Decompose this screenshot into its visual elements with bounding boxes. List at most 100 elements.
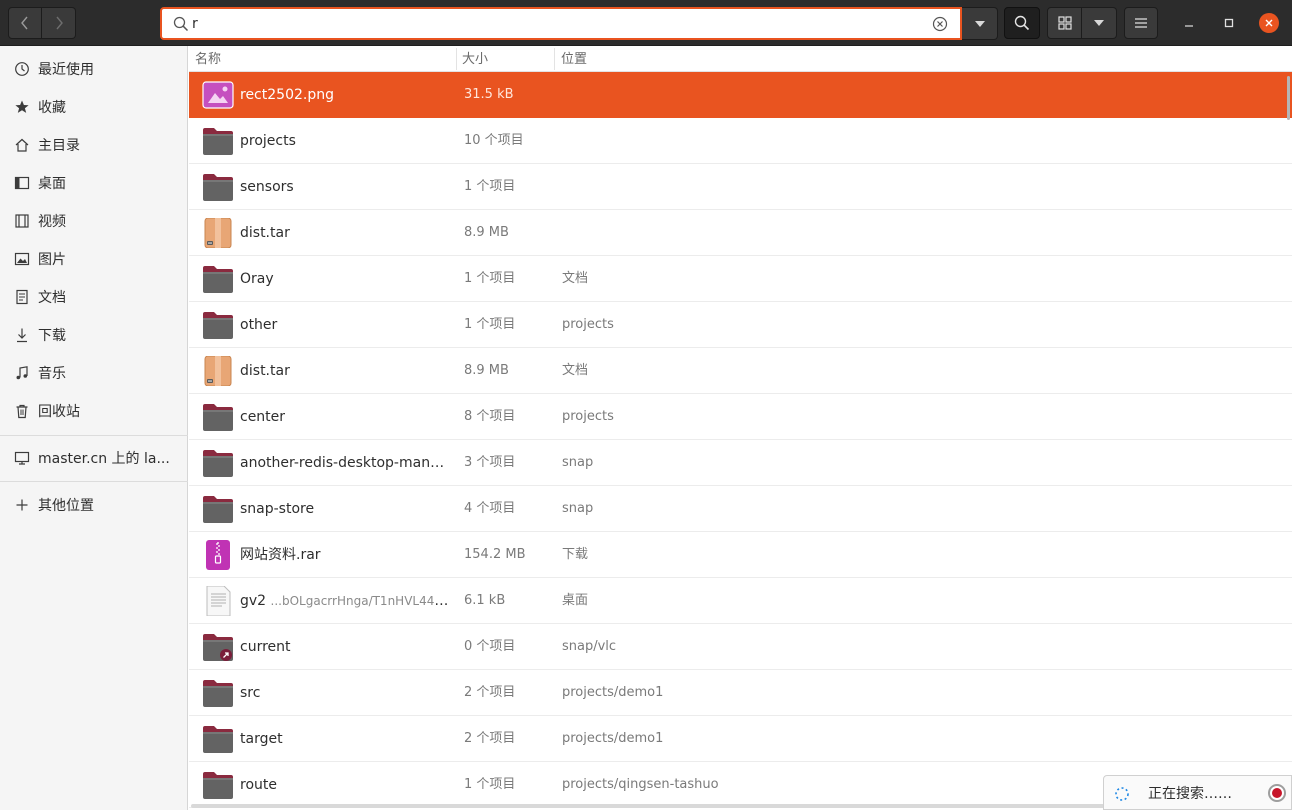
file-name-text: 网站资料.rar <box>240 547 321 563</box>
file-name: target <box>240 716 450 762</box>
chevron-down-icon <box>974 20 985 27</box>
file-size: 2 个项目 <box>464 731 516 746</box>
column-header-bar: 名称 大小 位置 <box>189 46 1292 72</box>
file-row[interactable]: another-redis-desktop-mana... 3 个项目 snap <box>189 440 1292 486</box>
file-row[interactable]: center 8 个项目 projects <box>189 394 1292 440</box>
close-button[interactable] <box>1259 13 1279 33</box>
file-name-text: sensors <box>240 179 294 195</box>
file-row[interactable]: dist.tar 8.9 MB 文档 <box>189 348 1292 394</box>
sidebar-item-other-locations[interactable]: 其他位置 <box>0 486 188 524</box>
file-name-text: dist.tar <box>240 363 290 379</box>
sidebar-item-starred[interactable]: 收藏 <box>0 88 188 126</box>
grid-view-button[interactable] <box>1047 7 1082 39</box>
file-location: projects/demo1 <box>562 685 664 700</box>
chevron-down-icon <box>1094 20 1104 26</box>
file-row[interactable]: dist.tar 8.9 MB <box>189 210 1292 256</box>
text-file-icon <box>202 585 234 617</box>
sidebar-item-pictures[interactable]: 图片 <box>0 240 188 278</box>
sidebar-item-home[interactable]: 主目录 <box>0 126 188 164</box>
forward-button[interactable] <box>42 7 76 39</box>
search-status-popup: 正在搜索…… <box>1103 775 1292 810</box>
file-location: 桌面 <box>562 593 589 608</box>
file-location: 文档 <box>562 363 589 378</box>
sidebar-item-documents[interactable]: 文档 <box>0 278 188 316</box>
main-menu-button[interactable] <box>1124 7 1158 39</box>
search-status-text: 正在搜索…… <box>1148 786 1232 802</box>
minimize-button[interactable] <box>1179 13 1199 33</box>
file-row[interactable]: src 2 个项目 projects/demo1 <box>189 670 1292 716</box>
file-name-text: projects <box>240 133 296 149</box>
file-row[interactable]: target 2 个项目 projects/demo1 <box>189 716 1292 762</box>
search-toggle-button[interactable] <box>1004 7 1040 39</box>
file-name: 网站资料.rar <box>240 532 450 578</box>
file-name: snap-store <box>240 486 450 532</box>
file-size: 3 个项目 <box>464 455 516 470</box>
file-size: 2 个项目 <box>464 685 516 700</box>
desktop-icon <box>13 174 31 192</box>
file-location: 文档 <box>562 271 589 286</box>
column-divider[interactable] <box>456 48 457 70</box>
folder-icon <box>202 494 234 524</box>
file-location: projects/qingsen-tashuo <box>562 777 719 792</box>
file-row[interactable]: other 1 个项目 projects <box>189 302 1292 348</box>
file-row[interactable]: current 0 个项目 snap/vlc <box>189 624 1292 670</box>
sidebar-item-label: 最近使用 <box>38 62 94 78</box>
file-name: src <box>240 670 450 716</box>
sidebar-item-label: 音乐 <box>38 366 66 382</box>
file-row[interactable]: gv2 ...bOLgacrrHnga/T1nHVL44x... 6.1 kB 桌面 <box>189 578 1292 624</box>
back-button[interactable] <box>8 7 42 39</box>
star-icon <box>13 98 31 116</box>
archive-icon <box>202 355 234 387</box>
video-icon <box>13 212 31 230</box>
file-name-match-snippet: ...bOLgacrrHnga/T1nHVL44x... <box>270 594 450 608</box>
file-name: projects <box>240 118 450 164</box>
column-header-location[interactable]: 位置 <box>561 46 587 72</box>
maximize-button[interactable] <box>1219 13 1239 33</box>
sidebar-item-videos[interactable]: 视频 <box>0 202 188 240</box>
sidebar-item-desktop[interactable]: 桌面 <box>0 164 188 202</box>
column-divider[interactable] <box>554 48 555 70</box>
view-menu-button[interactable] <box>1082 7 1117 39</box>
sidebar-divider <box>0 435 188 436</box>
search-options-button[interactable] <box>962 7 998 40</box>
file-size: 0 个项目 <box>464 639 516 654</box>
file-name: Oray <box>240 256 450 302</box>
sidebar-item-music[interactable]: 音乐 <box>0 354 188 392</box>
folder-icon <box>202 448 234 478</box>
file-location: projects/demo1 <box>562 731 664 746</box>
folder-icon <box>202 402 234 432</box>
file-row[interactable]: rect2502.png 31.5 kB <box>189 72 1292 118</box>
file-size: 1 个项目 <box>464 179 516 194</box>
file-row[interactable]: snap-store 4 个项目 snap <box>189 486 1292 532</box>
file-size: 8.9 MB <box>464 363 509 378</box>
file-size: 8.9 MB <box>464 225 509 240</box>
sidebar-item-trash[interactable]: 回收站 <box>0 392 188 430</box>
file-name-text: other <box>240 317 278 333</box>
sidebar-item-downloads[interactable]: 下载 <box>0 316 188 354</box>
file-row[interactable]: 网站资料.rar 154.2 MB 下载 <box>189 532 1292 578</box>
file-name-text: gv2 <box>240 593 267 609</box>
file-row[interactable]: projects 10 个项目 <box>189 118 1292 164</box>
sidebar-item-label: 文档 <box>38 290 66 306</box>
folder-icon <box>202 310 234 340</box>
clear-search-icon[interactable] <box>932 16 948 32</box>
sidebar-item-network-drive[interactable]: master.cn 上的 la... <box>0 439 188 477</box>
file-name: center <box>240 394 450 440</box>
sidebar-item-label: 主目录 <box>38 138 80 154</box>
image-file-icon <box>202 80 234 110</box>
vertical-scrollbar[interactable] <box>1287 76 1290 120</box>
file-row[interactable]: sensors 1 个项目 <box>189 164 1292 210</box>
file-row[interactable]: Oray 1 个项目 文档 <box>189 256 1292 302</box>
file-size: 10 个项目 <box>464 133 524 148</box>
column-header-size[interactable]: 大小 <box>462 46 488 72</box>
music-icon <box>13 364 31 382</box>
archive-icon <box>202 217 234 249</box>
grid-icon <box>1057 16 1072 30</box>
maximize-icon <box>1224 18 1234 28</box>
stop-search-button[interactable] <box>1268 784 1286 802</box>
rar-archive-icon <box>202 540 234 570</box>
sidebar-item-recent[interactable]: 最近使用 <box>0 50 188 88</box>
column-header-name[interactable]: 名称 <box>195 46 221 72</box>
navigation-buttons <box>8 7 76 39</box>
search-input[interactable] <box>192 12 912 36</box>
